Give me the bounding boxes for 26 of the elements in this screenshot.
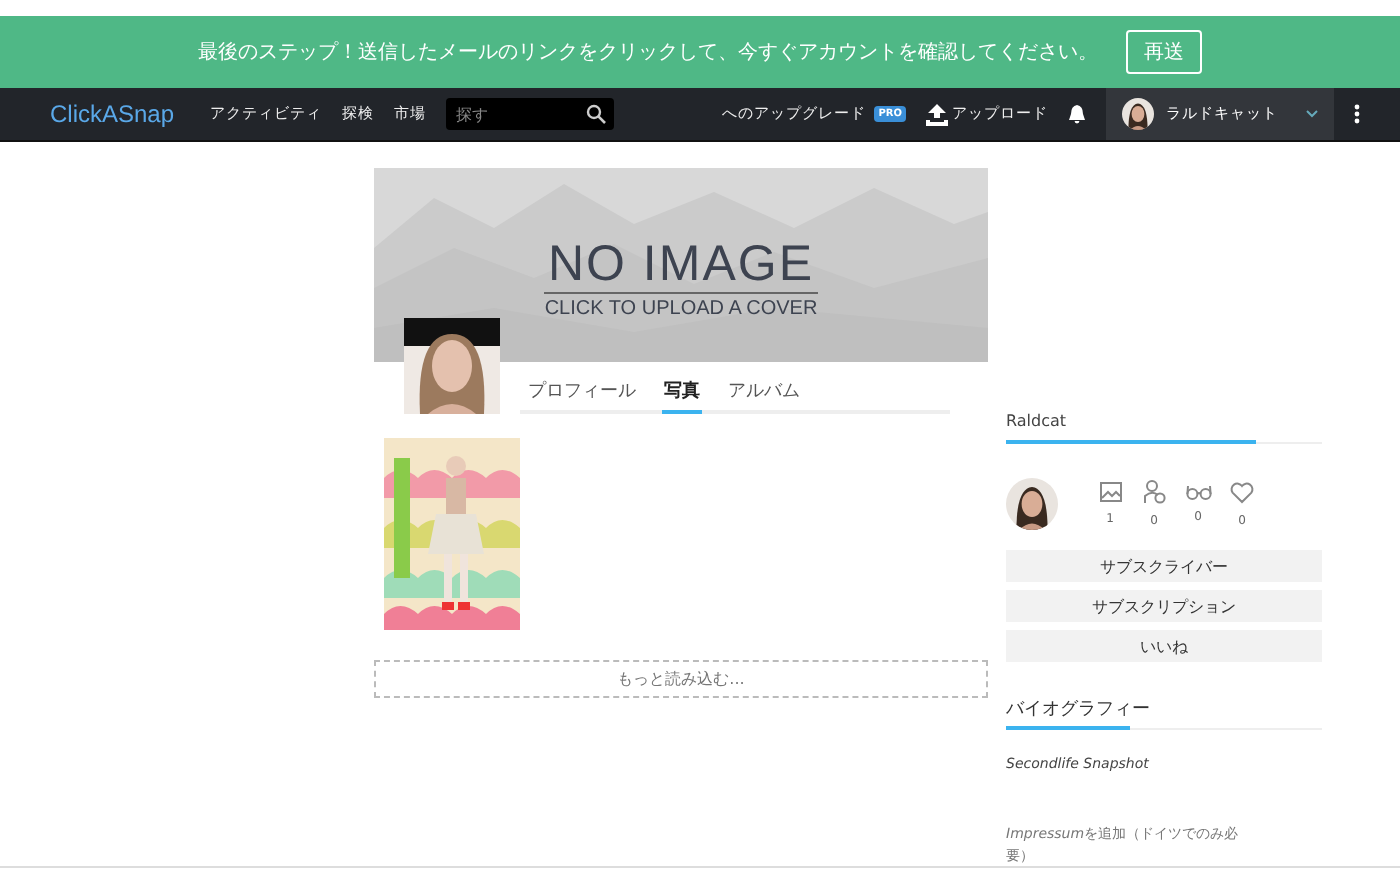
- search-icon: [586, 104, 607, 124]
- upload-icon[interactable]: [926, 103, 948, 125]
- tab[interactable]: プロフィール: [526, 372, 638, 414]
- chevron-down-icon: [1306, 110, 1318, 118]
- banner-message: 最後のステップ！送信したメールのリンクをクリックして、今すぐアカウントを確認してください。: [198, 39, 1098, 66]
- cover-upload[interactable]: NO IMAGE CLICK TO UPLOAD A COVER: [374, 168, 988, 362]
- avatar: [1122, 98, 1154, 130]
- more-icon[interactable]: [1354, 104, 1360, 124]
- bell-icon[interactable]: [1068, 104, 1086, 124]
- sidebar-button[interactable]: サブスクリプション: [1006, 590, 1322, 622]
- cover-subtitle: CLICK TO UPLOAD A COVER: [544, 297, 818, 319]
- image-icon: [1099, 482, 1121, 502]
- search-field[interactable]: 探す: [446, 98, 615, 130]
- section-heading: バイオグラフィー: [1006, 700, 1150, 720]
- cover-title: NO IMAGE: [543, 235, 818, 293]
- user-icon: [1143, 480, 1165, 504]
- tab[interactable]: アルバム: [726, 372, 802, 414]
- avatar: [1006, 478, 1058, 530]
- sidebar-button[interactable]: サブスクライバー: [1006, 550, 1322, 582]
- sidebar-button[interactable]: いいね: [1006, 630, 1322, 662]
- tab[interactable]: 写真: [662, 372, 702, 414]
- load-more-button[interactable]: もっと読み込む...: [374, 660, 988, 698]
- glasses-icon: [1185, 484, 1211, 500]
- username: Raldcat: [1006, 412, 1067, 430]
- logo[interactable]: ClickASnap: [50, 100, 175, 128]
- heart-icon: [1230, 481, 1254, 503]
